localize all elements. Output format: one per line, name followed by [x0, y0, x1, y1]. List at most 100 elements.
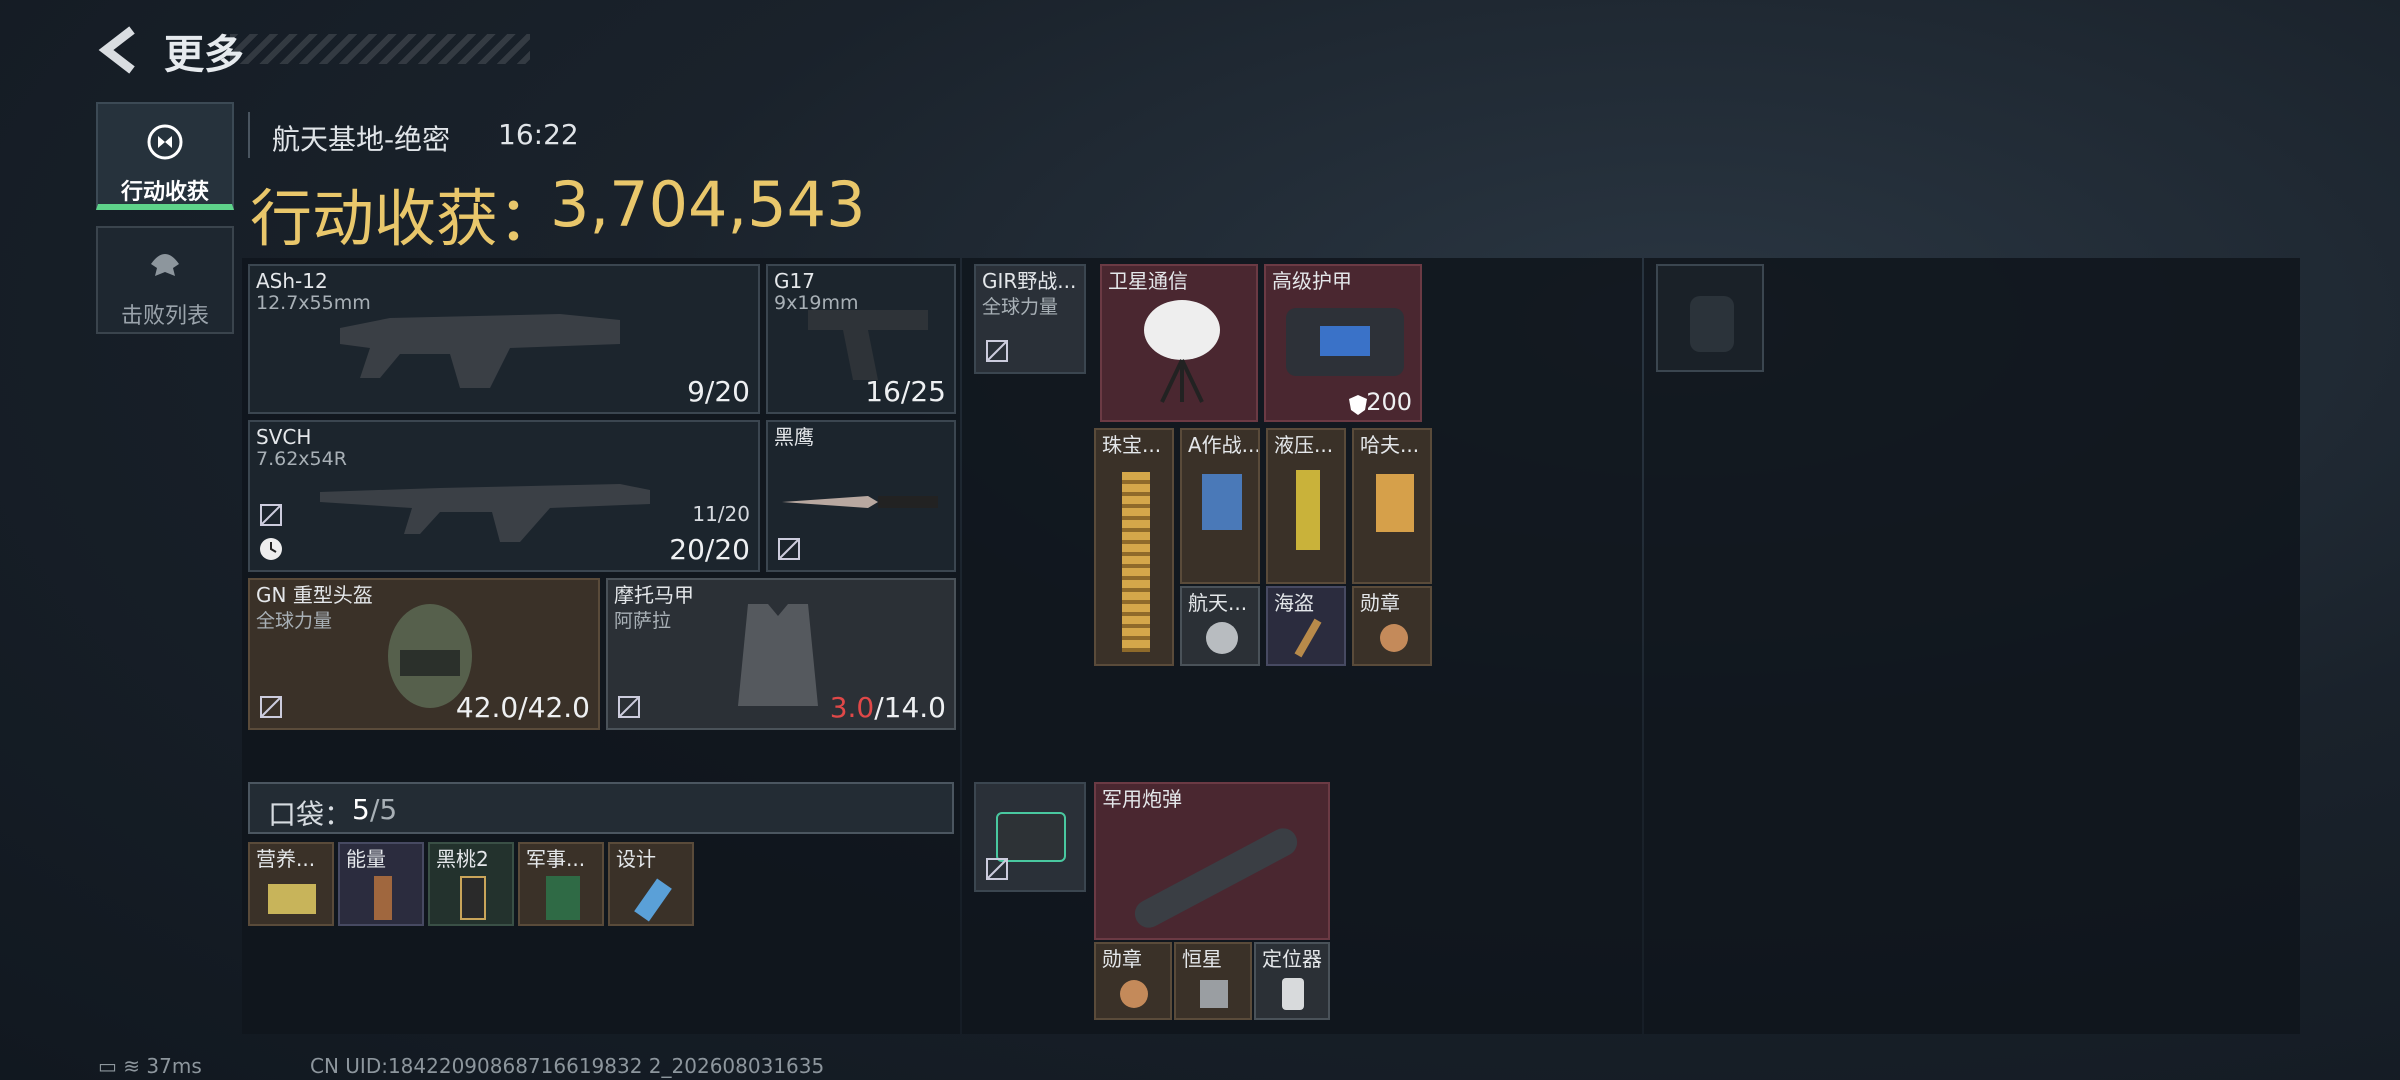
pocket-item[interactable]: 军事... — [518, 842, 604, 926]
item-image — [1296, 470, 1320, 550]
bag-item-name: 恒星 — [1182, 947, 1222, 971]
back-arrow-icon — [98, 26, 135, 74]
rig-brand: 全球力量 — [982, 296, 1059, 318]
melee-slot[interactable]: 黑鹰 — [766, 420, 956, 572]
pocket-header: 口袋： 5 /5 — [248, 782, 954, 834]
pocket-item[interactable]: 能量 — [338, 842, 424, 926]
rig-item[interactable]: 液压... — [1266, 428, 1346, 584]
pocket-item-name: 设计 — [616, 847, 656, 871]
case-image — [996, 812, 1066, 862]
bag-item[interactable]: 定位器 — [1254, 942, 1330, 1020]
item-image — [546, 876, 580, 920]
item-image — [1376, 474, 1414, 532]
back-button[interactable] — [96, 24, 142, 76]
item-image — [374, 876, 392, 920]
rig-item[interactable]: 哈夫... — [1352, 428, 1432, 584]
tab-loot-label: 行动收获 — [120, 180, 209, 205]
pocket-item-name: 营养... — [256, 847, 316, 871]
tab-kills-label: 击败列表 — [120, 304, 209, 329]
rig-item[interactable]: 珠宝... — [1094, 428, 1174, 666]
knife-image — [782, 496, 938, 508]
pocket-item-name: 能量 — [346, 847, 386, 871]
armor-brand: 阿萨拉 — [614, 610, 672, 632]
haul-value: 3,704,543 — [550, 168, 866, 241]
primary-weapon-slot[interactable]: ASh-12 12.7x55mm 9/20 — [248, 264, 760, 414]
pistol-ammo: 9x19mm — [774, 292, 859, 314]
primary-ammo: 12.7x55mm — [256, 292, 371, 314]
secondary-ammo: 7.62x54R — [256, 448, 347, 470]
rig-item[interactable]: A作战... — [1180, 428, 1260, 584]
pocket-item[interactable]: 营养... — [248, 842, 334, 926]
pocket-item[interactable]: 设计 — [608, 842, 694, 926]
map-name: 航天基地-绝密 — [272, 123, 451, 156]
rig-item[interactable]: 海盗 — [1266, 586, 1346, 666]
network-status: ▭ ≋ 37ms — [98, 1054, 202, 1078]
sniper-image — [320, 484, 650, 542]
pocket-total: /5 — [370, 793, 398, 826]
pocket-item-name: 军事... — [526, 847, 586, 871]
divider — [248, 112, 250, 158]
bag-item[interactable]: 军用炮弹 — [1094, 782, 1330, 940]
rig-item[interactable]: 卫星通信 — [1100, 264, 1258, 422]
pocket-label: 口袋： — [268, 798, 353, 831]
rig-slot[interactable]: GIR野战... 全球力量 — [974, 264, 1086, 374]
helmet-brand: 全球力量 — [256, 610, 333, 632]
helmet-name: GN 重型头盔 — [256, 583, 373, 607]
pistol-name: G17 — [774, 269, 815, 293]
wifi-icon: ≋ — [123, 1054, 141, 1078]
clock-icon — [260, 538, 282, 560]
pocket-item[interactable]: 黑桃2 — [428, 842, 514, 926]
user-uid: CN UID:18422090868716619832 2_2026080316… — [310, 1054, 825, 1078]
armor-durability-current: 3.0 — [829, 691, 875, 724]
item-image — [1120, 980, 1148, 1008]
bag-item[interactable]: 勋章 — [1094, 942, 1172, 1020]
helmet-slot[interactable]: GN 重型头盔 全球力量 42.0/42.0 — [248, 578, 600, 730]
rig-item-name: 航天... — [1188, 591, 1248, 615]
backpack-slot[interactable] — [1656, 264, 1764, 372]
item-image — [634, 878, 672, 922]
no-insure-icon — [986, 340, 1008, 362]
tab-loot[interactable]: 行动收获 — [96, 102, 234, 210]
bag-item-name: 勋章 — [1102, 947, 1142, 971]
armor-durability-max: /14.0 — [874, 691, 946, 724]
bag-slot[interactable] — [974, 782, 1086, 892]
no-insure-icon — [260, 504, 282, 526]
item-image — [1202, 474, 1242, 530]
armor-slot[interactable]: 摩托马甲 阿萨拉 3.0/14.0 — [606, 578, 956, 730]
skull-icon — [151, 254, 179, 276]
raid-time: 16:22 — [498, 118, 579, 151]
vest-image — [738, 604, 818, 706]
melee-name: 黑鹰 — [774, 425, 814, 449]
primary-count: 9/20 — [687, 375, 750, 408]
rig-item-name: 哈夫... — [1360, 433, 1420, 457]
armor-name: 摩托马甲 — [614, 583, 694, 607]
rig-item[interactable]: 勋章 — [1352, 586, 1432, 666]
pistol-slot[interactable]: G17 9x19mm 16/25 — [766, 264, 956, 414]
armor-durability: 3.0/14.0 — [830, 691, 946, 724]
satellite-image — [1144, 300, 1220, 403]
tab-kills[interactable]: 击败列表 — [96, 226, 234, 334]
bag-item[interactable]: 恒星 — [1174, 942, 1252, 1020]
helmet-durability: 42.0/42.0 — [455, 691, 590, 724]
item-image — [1282, 978, 1304, 1010]
page-title: 更多 — [164, 32, 244, 78]
armor-case-image — [1286, 308, 1404, 376]
rig-item-name: 珠宝... — [1102, 433, 1162, 457]
secondary-weapon-name: SVCH — [256, 425, 312, 449]
bag-item-name: 定位器 — [1262, 947, 1322, 971]
shell-image — [1129, 823, 1303, 933]
no-insure-icon — [986, 858, 1008, 880]
rig-item-name: 卫星通信 — [1108, 269, 1188, 293]
rig-item[interactable]: 航天... — [1180, 586, 1260, 666]
pistol-count: 16/25 — [865, 375, 946, 408]
pocket-used: 5 — [352, 793, 370, 826]
secondary-weapon-slot[interactable]: SVCH 7.62x54R 11/20 20/20 — [248, 420, 760, 572]
rig-item[interactable]: 高级护甲 200 — [1264, 264, 1422, 422]
no-insure-icon — [618, 696, 640, 718]
backpack-icon — [1690, 296, 1734, 352]
item-image — [268, 884, 316, 914]
loot-icon — [147, 124, 183, 160]
battery-icon: ▭ — [98, 1054, 117, 1078]
haul-label: 行动收获： — [250, 182, 561, 255]
rig-item-name: 高级护甲 — [1272, 269, 1352, 293]
